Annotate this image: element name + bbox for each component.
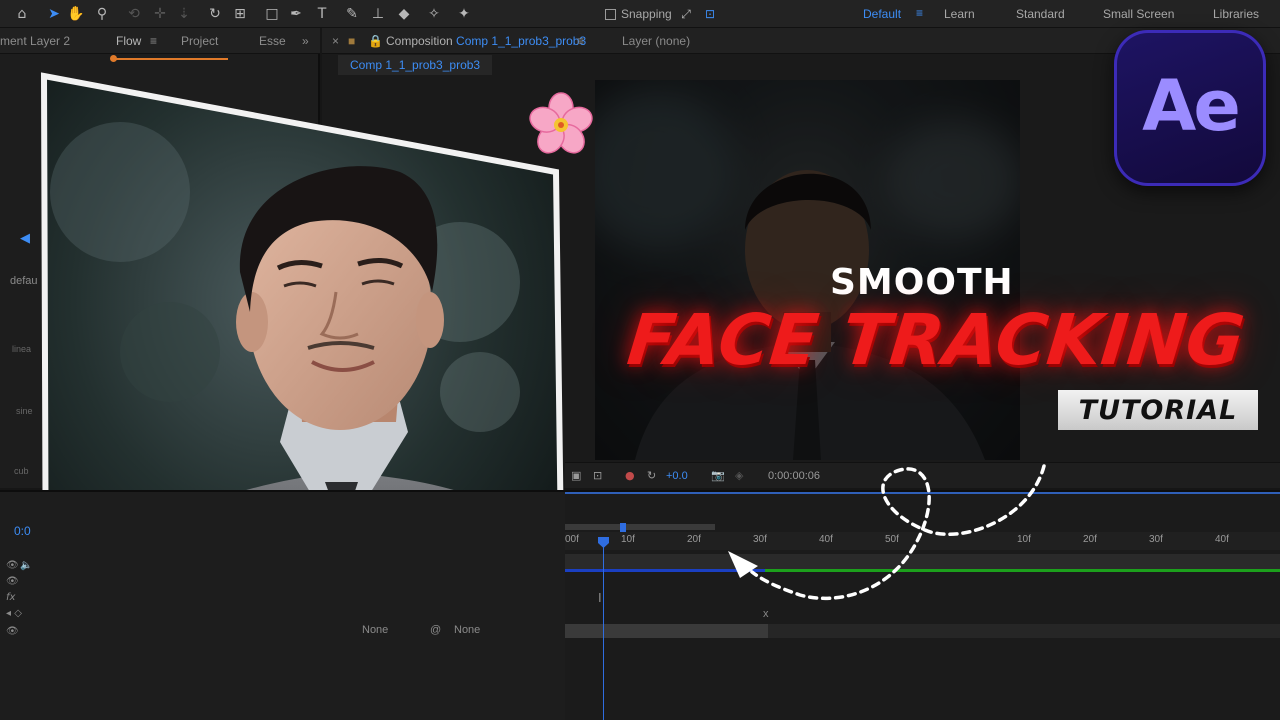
ruler-tick: 50f bbox=[885, 534, 899, 545]
workspace-small-screen[interactable]: Small Screen bbox=[1103, 7, 1174, 21]
color-channel-icon[interactable]: ● bbox=[625, 469, 635, 482]
selection-arrow-icon[interactable]: ➤ bbox=[44, 4, 64, 24]
left-panel-tabs: ment Layer 2 Flow ≡ Project Esse » bbox=[0, 28, 320, 54]
parent-pickwhip-icon[interactable]: @ bbox=[430, 624, 441, 636]
ruler-tick: 30f bbox=[1149, 534, 1163, 545]
work-area-range[interactable] bbox=[565, 524, 715, 530]
toggle-mask-icon[interactable]: ▣ bbox=[571, 469, 581, 482]
layer-tab-label: Layer bbox=[622, 34, 653, 48]
parent-select[interactable]: None bbox=[454, 624, 480, 636]
lock-icon[interactable]: 🔒 bbox=[368, 34, 383, 48]
current-timecode[interactable]: 0:00:00:06 bbox=[768, 470, 820, 482]
safe-zones-icon[interactable]: ⊡ bbox=[593, 469, 602, 482]
snap-features-icon[interactable]: ⊡ bbox=[700, 4, 720, 24]
puppet-pin-icon[interactable]: ✦ bbox=[454, 4, 474, 24]
main-toolbar: ⌂ ➤ ✋ ⚲ ⟲ ✛ ⇣ ↻ ⊞ □ ✒ T ✎ ⊥ ◆ ✧ ✦ Snappi… bbox=[0, 0, 1280, 28]
pan-camera-icon[interactable]: ✛ bbox=[150, 4, 170, 24]
snapping-label: Snapping bbox=[621, 7, 672, 21]
layer-tab[interactable]: Layer (none) bbox=[622, 34, 690, 48]
dolly-camera-icon[interactable]: ⇣ bbox=[174, 4, 194, 24]
comp-color-icon: ■ bbox=[348, 34, 356, 48]
after-effects-logo: Ae bbox=[1114, 30, 1266, 186]
flow-tab-indicator bbox=[112, 58, 228, 60]
composition-tab-prefix: Composition bbox=[386, 34, 453, 48]
curve-cubic-label: cub bbox=[14, 466, 29, 476]
ibeam-cursor-icon: I bbox=[598, 590, 602, 605]
workspace-learn[interactable]: Learn bbox=[944, 7, 975, 21]
back-arrow-icon[interactable]: ◀ bbox=[20, 230, 30, 246]
snap-edges-icon[interactable]: ⤢ bbox=[676, 4, 696, 24]
tab-effect-controls[interactable]: ment Layer 2 bbox=[0, 34, 70, 48]
rotate-icon[interactable]: ↻ bbox=[205, 4, 225, 24]
title-face-tracking: FACE TRACKING bbox=[623, 299, 1249, 381]
workspace-standard[interactable]: Standard bbox=[1016, 7, 1065, 21]
after-effects-logo-text: Ae bbox=[1142, 65, 1241, 147]
anchor-point-icon[interactable]: ⊞ bbox=[230, 4, 250, 24]
reset-exposure-icon[interactable]: ↻ bbox=[647, 469, 656, 482]
curve-sine-label: sine bbox=[16, 406, 33, 416]
ruler-tick: 20f bbox=[687, 534, 701, 545]
zoom-icon[interactable]: ⚲ bbox=[92, 4, 112, 24]
ruler-tick: 00f bbox=[565, 534, 579, 545]
title-smooth: SMOOTH bbox=[830, 262, 1014, 303]
keyframe-nav-icon[interactable]: ◂ ◇ bbox=[6, 608, 22, 619]
timeline-current-time[interactable]: 0:0 bbox=[14, 524, 31, 538]
pen-icon[interactable]: ✒ bbox=[286, 4, 306, 24]
cherry-blossom-icon bbox=[529, 92, 593, 154]
comp-tab-menu-icon[interactable]: ≡ bbox=[577, 34, 584, 48]
playhead-line[interactable] bbox=[603, 540, 604, 720]
visibility-eye-icon[interactable]: 👁 bbox=[6, 560, 19, 571]
workspace-libraries[interactable]: Libraries bbox=[1213, 7, 1259, 21]
snapping-checkbox[interactable] bbox=[605, 8, 616, 20]
layer-bar-selected[interactable] bbox=[565, 569, 765, 572]
preset-default-label: defau bbox=[10, 275, 38, 287]
layer-bar[interactable] bbox=[565, 624, 768, 638]
layer-bar-duration[interactable] bbox=[765, 569, 1280, 572]
composition-tab[interactable]: Composition Comp 1_1_prob3_prob3 bbox=[386, 34, 586, 48]
tutorial-badge: TUTORIAL bbox=[1058, 390, 1258, 430]
ruler-tick: 10f bbox=[621, 534, 635, 545]
tab-flow[interactable]: Flow bbox=[116, 34, 141, 48]
type-icon[interactable]: T bbox=[312, 4, 332, 24]
more-tabs-icon[interactable]: » bbox=[302, 34, 309, 48]
close-tab-icon[interactable]: × bbox=[332, 34, 339, 48]
ruler-tick: 10f bbox=[1017, 534, 1031, 545]
visibility-eye-icon[interactable]: 👁 bbox=[6, 626, 19, 637]
time-ruler[interactable]: 00f 10f 20f 30f 40f 50f 10f 20f 30f 40f bbox=[565, 532, 1280, 550]
keyframe-marker-icon[interactable]: x bbox=[763, 608, 769, 620]
ruler-tick: 30f bbox=[753, 534, 767, 545]
visibility-eye-icon[interactable]: 👁 bbox=[6, 576, 19, 587]
roto-brush-icon[interactable]: ✧ bbox=[424, 4, 444, 24]
composition-tab-name: Comp 1_1_prob3_prob3 bbox=[456, 34, 587, 48]
tab-flow-menu-icon[interactable]: ≡ bbox=[150, 34, 157, 48]
work-area-handle[interactable] bbox=[620, 523, 626, 532]
curve-linear-label: linea bbox=[12, 344, 32, 354]
ruler-tick: 40f bbox=[819, 534, 833, 545]
brush-icon[interactable]: ✎ bbox=[342, 4, 362, 24]
orbit-camera-icon[interactable]: ⟲ bbox=[124, 4, 144, 24]
exposure-value[interactable]: +0.0 bbox=[666, 470, 688, 482]
ruler-tick: 40f bbox=[1215, 534, 1229, 545]
audio-icon[interactable]: 🔈 bbox=[20, 560, 32, 571]
effects-fx-icon[interactable]: fx bbox=[6, 592, 15, 603]
workspace-menu-icon[interactable]: ≡ bbox=[916, 6, 923, 20]
track-matte-select[interactable]: None bbox=[362, 624, 388, 636]
clone-stamp-icon[interactable]: ⊥ bbox=[368, 4, 388, 24]
snapshot-camera-icon[interactable]: 📷 bbox=[711, 469, 725, 482]
layer-tab-value: (none) bbox=[655, 34, 691, 48]
layer-controls-area: 0:0 👁 🔈 👁 fx ◂ ◇ 👁 bbox=[0, 492, 565, 720]
eraser-icon[interactable]: ◆ bbox=[394, 4, 414, 24]
hand-icon[interactable]: ✋ bbox=[66, 4, 86, 24]
home-icon[interactable]: ⌂ bbox=[12, 4, 32, 24]
ruler-tick: 20f bbox=[1083, 534, 1097, 545]
workspace-default[interactable]: Default bbox=[863, 7, 901, 21]
work-area-bar[interactable] bbox=[565, 492, 1280, 494]
show-snapshot-icon[interactable]: ◈ bbox=[735, 469, 743, 482]
snapping-toggle[interactable]: Snapping bbox=[605, 7, 672, 21]
composition-footer: ▣ ⊡ ● ↻ +0.0 📷 ◈ 0:00:00:06 bbox=[565, 462, 1280, 488]
tab-essential[interactable]: Esse bbox=[259, 34, 286, 48]
rectangle-icon[interactable]: □ bbox=[262, 4, 282, 24]
tab-project[interactable]: Project bbox=[181, 34, 218, 48]
